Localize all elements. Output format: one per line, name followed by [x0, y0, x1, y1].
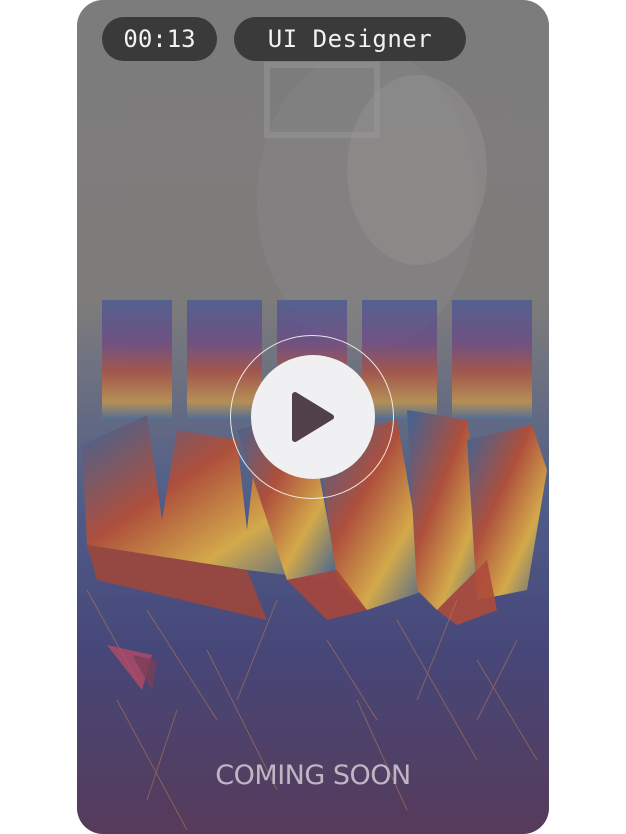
play-button[interactable]	[251, 355, 375, 479]
play-icon	[292, 392, 334, 442]
coming-soon-label: COMING SOON	[215, 760, 411, 791]
elapsed-time-badge: 00:13	[102, 17, 217, 61]
video-title-badge: UI Designer	[234, 17, 466, 61]
video-player[interactable]: 00:13 UI Designer COMING SOON	[77, 0, 549, 834]
